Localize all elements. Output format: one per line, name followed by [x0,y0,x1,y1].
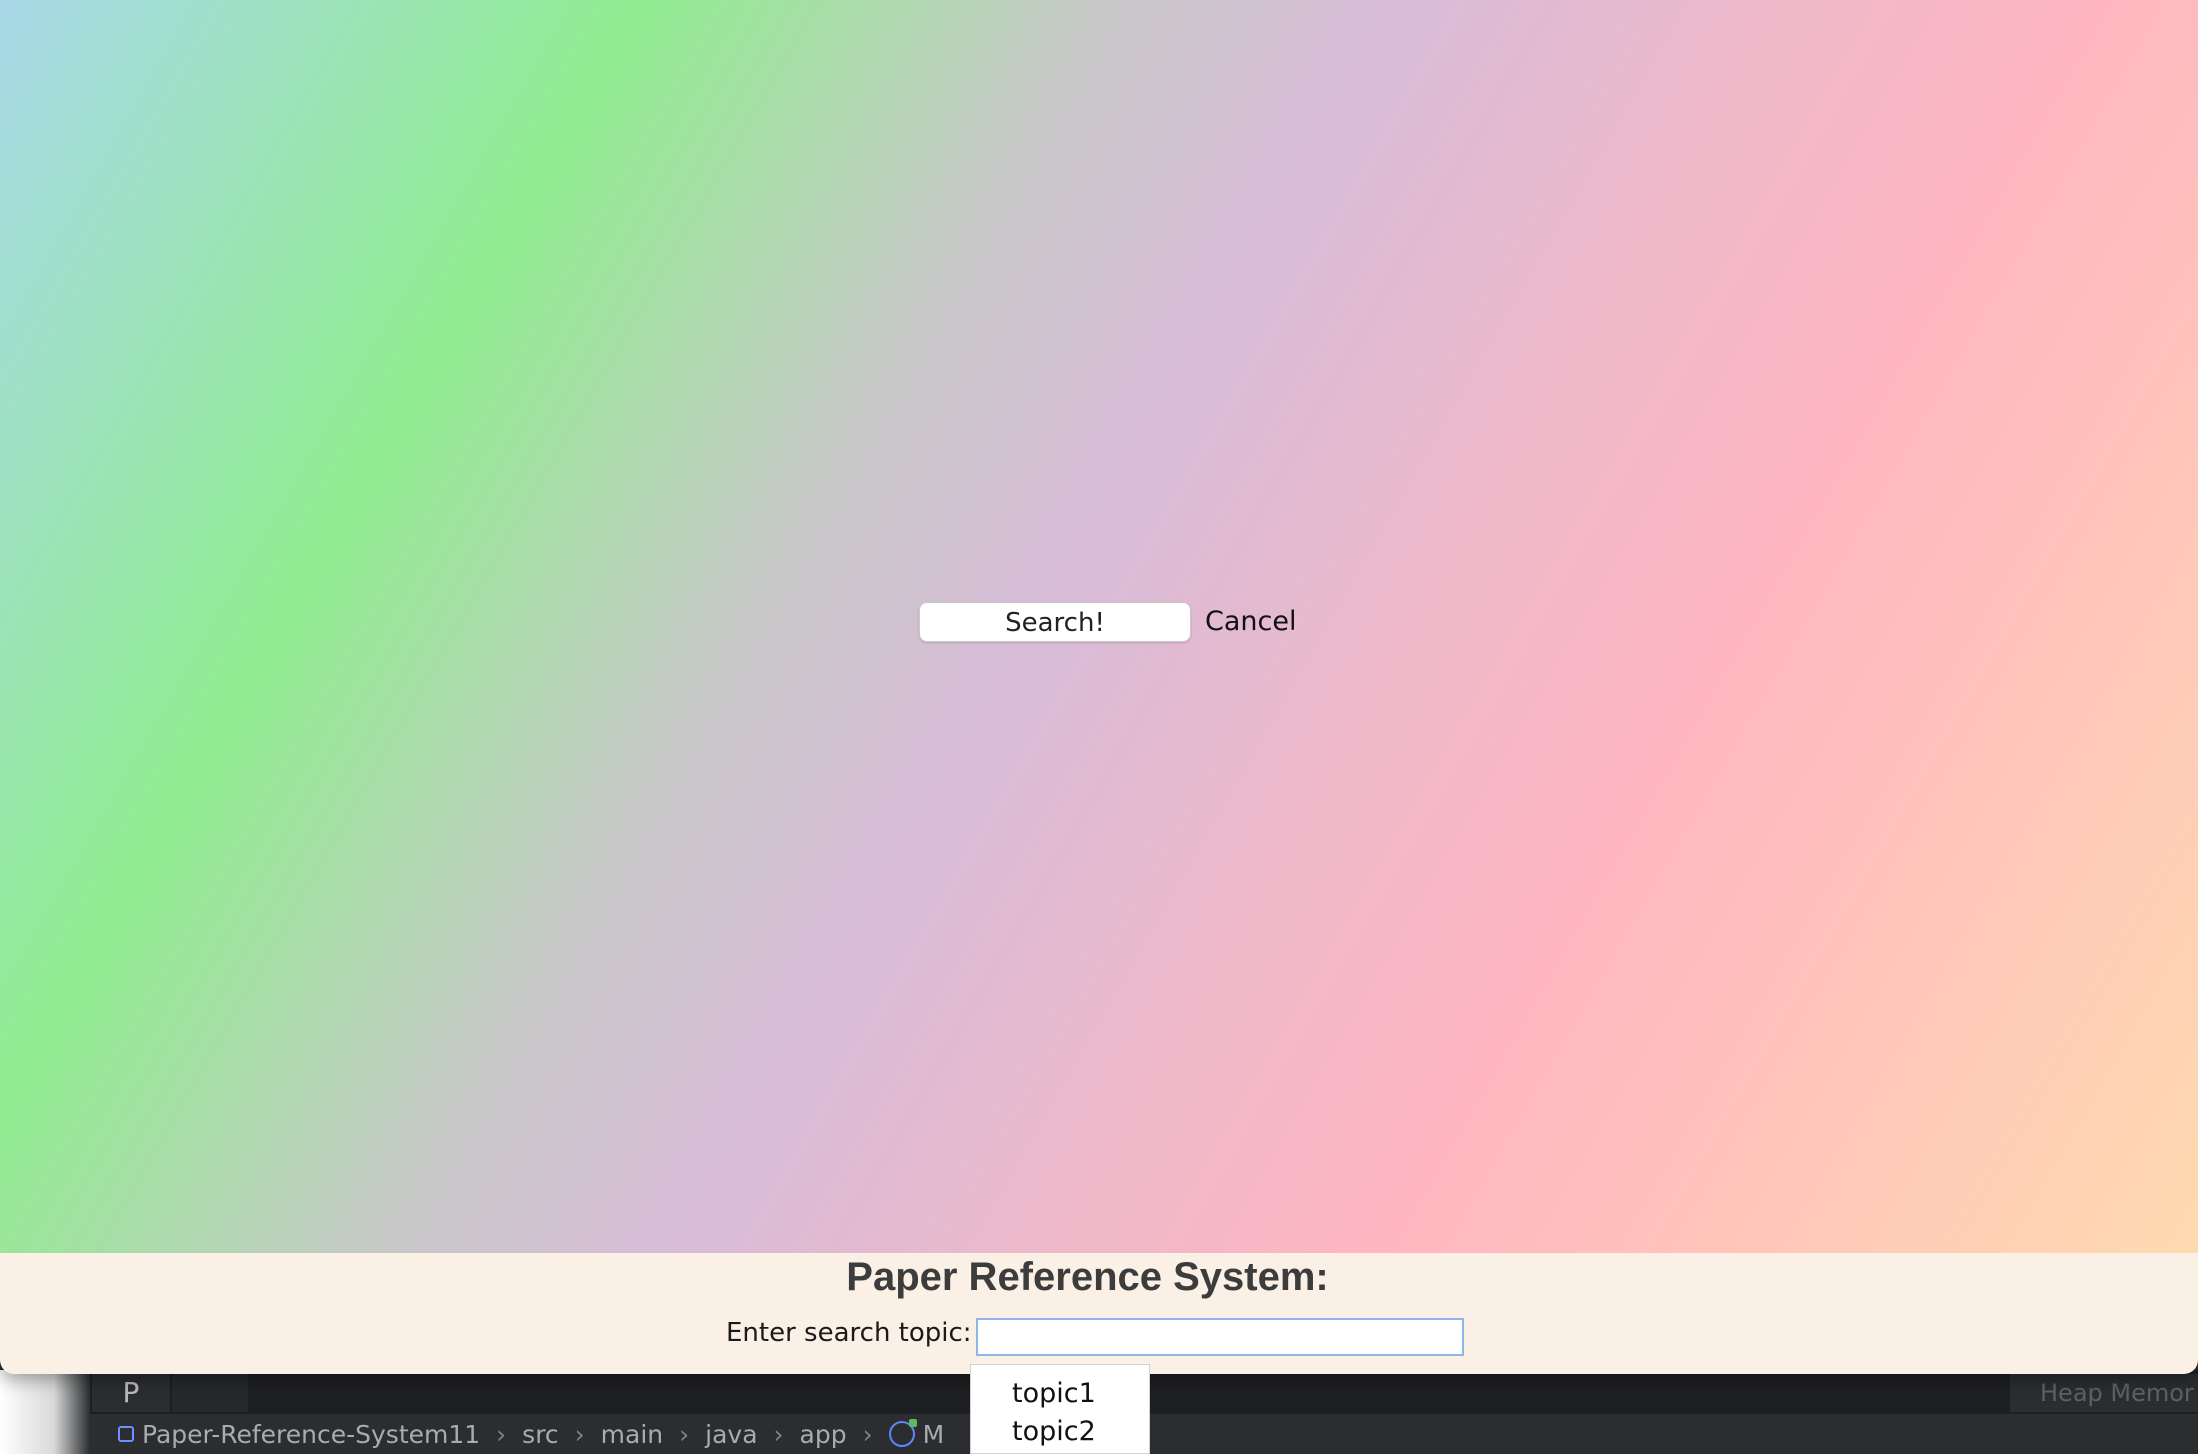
ide-tool-tab[interactable]: P [92,1374,170,1412]
heap-memory-indicator[interactable]: Heap Memor [2010,1374,2198,1412]
breadcrumb-java[interactable]: java [705,1420,757,1449]
chevron-right-icon: › [574,1419,585,1449]
suggestion-item-topic1[interactable]: topic1 [971,1375,1149,1413]
page-title: Paper Reference System: [846,1255,1329,1299]
app-window: Search! Cancel Paper Reference System: E… [0,0,2198,1374]
window-shadow [0,1370,90,1454]
suggestion-dropdown: topic1 topic2 [970,1364,1150,1454]
button-row: Search! Cancel [919,600,1296,644]
project-icon [118,1426,134,1442]
search-label: Enter search topic: [726,1318,972,1348]
chevron-right-icon: › [496,1419,507,1449]
search-button[interactable]: Search! [919,602,1191,642]
breadcrumb-src[interactable]: src [522,1420,559,1449]
breadcrumb-app[interactable]: app [800,1420,847,1449]
breadcrumb-class[interactable]: M [923,1420,945,1449]
class-icon [888,1419,917,1447]
search-input[interactable] [976,1318,1464,1356]
suggestion-item-topic2[interactable]: topic2 [971,1413,1149,1451]
breadcrumb-project[interactable]: Paper-Reference-System11 [142,1420,480,1449]
chevron-right-icon: › [679,1419,690,1449]
gradient-panel: Search! Cancel [0,0,2198,1253]
ide-tool-tab-secondary[interactable] [172,1374,248,1412]
breadcrumb-main[interactable]: main [601,1420,663,1449]
cancel-button[interactable]: Cancel [1205,600,1296,644]
chevron-right-icon: › [773,1419,784,1449]
chevron-right-icon: › [862,1419,873,1449]
